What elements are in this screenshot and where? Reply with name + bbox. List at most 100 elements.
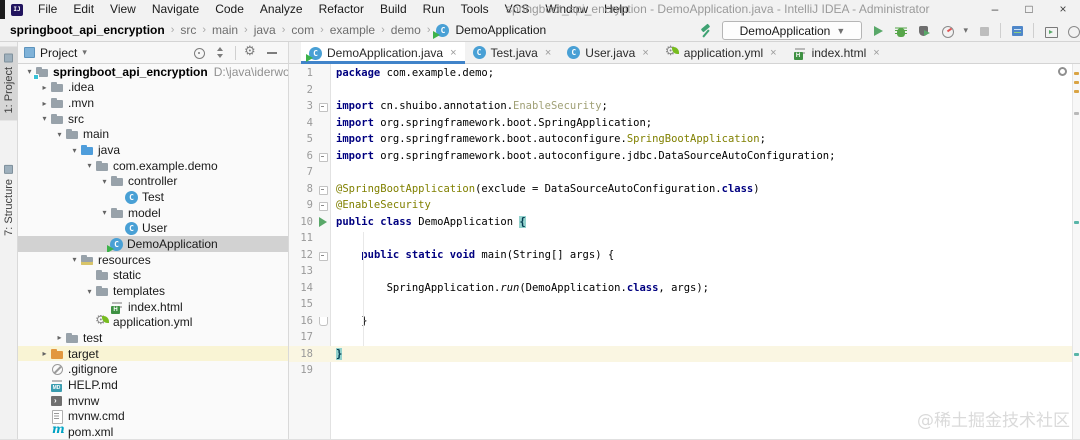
brace-stripe-mark[interactable] <box>1074 353 1079 356</box>
build-hammer-icon[interactable] <box>699 24 713 38</box>
stop-icon[interactable] <box>977 24 991 38</box>
menu-view[interactable]: View <box>102 0 144 19</box>
tree-item-com-example-demo[interactable]: ▾com.example.demo <box>18 158 288 174</box>
fold-marker-icon[interactable] <box>316 98 329 115</box>
tree-item-mvnw[interactable]: mvnw <box>18 393 288 409</box>
breadcrumb-item[interactable]: DemoApplication <box>455 23 546 37</box>
tree-item-target[interactable]: ▸target <box>18 346 288 362</box>
tree-open-arrow-icon[interactable]: ▾ <box>69 255 80 264</box>
fold-marker-icon[interactable] <box>316 313 329 330</box>
editor-tab-user-java[interactable]: User.java× <box>559 42 656 63</box>
breadcrumb-item[interactable]: src <box>180 23 196 37</box>
profiler-icon[interactable] <box>940 24 954 38</box>
run-gutter-icon[interactable] <box>316 214 329 231</box>
tree-item-main[interactable]: ▾main <box>18 127 288 143</box>
fold-marker-icon[interactable] <box>316 197 329 214</box>
code-line-5[interactable]: 5import org.springframework.boot.autocon… <box>289 131 1080 148</box>
tab-close-icon[interactable]: × <box>873 47 879 59</box>
warning-stripe-mark[interactable] <box>1074 72 1079 75</box>
tab-close-icon[interactable]: × <box>545 47 551 59</box>
tree-open-arrow-icon[interactable]: ▾ <box>69 146 80 155</box>
menu-navigate[interactable]: Navigate <box>144 0 207 19</box>
warning-stripe-mark[interactable] <box>1074 90 1079 93</box>
tree-item--mvn[interactable]: ▸.mvn <box>18 95 288 111</box>
tree-item-springboot-api-encryption[interactable]: ▾springboot_api_encryptionD:\java\iderwo… <box>18 64 288 80</box>
error-stripe[interactable] <box>1072 64 1080 440</box>
tree-item-test[interactable]: ▸test <box>18 330 288 346</box>
run-configuration-select[interactable]: DemoApplication ▼ <box>722 21 862 40</box>
menu-analyze[interactable]: Analyze <box>252 0 311 19</box>
tree-item-application-yml[interactable]: application.yml <box>18 315 288 331</box>
tree-closed-arrow-icon[interactable]: ▸ <box>39 83 50 92</box>
breadcrumb-item[interactable]: java <box>254 23 276 37</box>
tree-open-arrow-icon[interactable]: ▾ <box>99 177 110 186</box>
chevron-down-icon[interactable]: ▾ <box>963 25 968 36</box>
code-editor[interactable]: 1package com.example.demo;23import cn.sh… <box>289 64 1080 440</box>
tree-item-user[interactable]: User <box>18 221 288 237</box>
code-line-2[interactable]: 2 <box>289 82 1080 99</box>
brace-stripe-mark[interactable] <box>1074 221 1079 224</box>
editor-tab-test-java[interactable]: Test.java× <box>465 42 560 63</box>
tree-item--gitignore[interactable]: .gitignore <box>18 361 288 377</box>
tree-closed-arrow-icon[interactable]: ▸ <box>39 99 50 108</box>
modules-icon[interactable] <box>1010 24 1024 38</box>
tree-item-mvnw-cmd[interactable]: mvnw.cmd <box>18 408 288 424</box>
stripe-tab-project[interactable]: 1: Project <box>0 46 18 120</box>
menu-refactor[interactable]: Refactor <box>311 0 372 19</box>
code-line-10[interactable]: 10public class DemoApplication { <box>289 214 1080 231</box>
code-line-16[interactable]: 16 } <box>289 313 1080 330</box>
debug-icon[interactable] <box>894 24 908 38</box>
tree-item-test[interactable]: Test <box>18 189 288 205</box>
menu-code[interactable]: Code <box>207 0 252 19</box>
project-tree[interactable]: ▾springboot_api_encryptionD:\java\iderwo… <box>18 64 289 440</box>
tree-item-index-html[interactable]: index.html <box>18 299 288 315</box>
fold-marker-icon[interactable] <box>316 181 329 198</box>
tree-item-model[interactable]: ▾model <box>18 205 288 221</box>
menu-run[interactable]: Run <box>415 0 453 19</box>
tree-item--idea[interactable]: ▸.idea <box>18 80 288 96</box>
tree-closed-arrow-icon[interactable]: ▸ <box>39 349 50 358</box>
tree-item-resources[interactable]: ▾resources <box>18 252 288 268</box>
code-line-8[interactable]: 8@SpringBootApplication(exclude = DataSo… <box>289 181 1080 198</box>
code-line-3[interactable]: 3import cn.shuibo.annotation.EnableSecur… <box>289 98 1080 115</box>
code-line-19[interactable]: 19 <box>289 362 1080 379</box>
fold-marker-icon[interactable] <box>316 247 329 264</box>
maximize-button[interactable]: □ <box>1012 0 1046 19</box>
tree-item-static[interactable]: static <box>18 268 288 284</box>
code-line-12[interactable]: 12 public static void main(String[] args… <box>289 247 1080 264</box>
code-line-9[interactable]: 9@EnableSecurity <box>289 197 1080 214</box>
code-line-18[interactable]: 18} <box>289 346 1080 363</box>
tree-open-arrow-icon[interactable]: ▾ <box>84 161 95 170</box>
code-line-4[interactable]: 4import org.springframework.boot.SpringA… <box>289 115 1080 132</box>
tree-item-controller[interactable]: ▾controller <box>18 174 288 190</box>
hide-icon[interactable] <box>265 45 280 60</box>
breadcrumb-item[interactable]: demo <box>391 23 421 37</box>
tree-item-java[interactable]: ▾java <box>18 142 288 158</box>
menu-tools[interactable]: Tools <box>453 0 497 19</box>
editor-tab-application-yml[interactable]: application.yml× <box>657 42 785 63</box>
chevron-down-icon[interactable]: ▾ <box>82 47 87 58</box>
menu-file[interactable]: File <box>30 0 65 19</box>
menu-edit[interactable]: Edit <box>65 0 102 19</box>
tree-open-arrow-icon[interactable]: ▾ <box>54 130 65 139</box>
run-icon[interactable] <box>871 24 885 38</box>
tree-open-arrow-icon[interactable]: ▾ <box>84 287 95 296</box>
stripe-mark[interactable] <box>1074 112 1079 115</box>
tree-open-arrow-icon[interactable]: ▾ <box>39 114 50 123</box>
fold-marker-icon[interactable] <box>316 148 329 165</box>
editor-tab-demoapplication-java[interactable]: DemoApplication.java× <box>301 42 465 64</box>
project-panel-title[interactable]: Project <box>40 46 77 60</box>
tool-run-icon[interactable] <box>1043 24 1057 38</box>
coverage-icon[interactable] <box>917 24 931 38</box>
menu-build[interactable]: Build <box>372 0 415 19</box>
gear-icon[interactable] <box>243 45 258 60</box>
code-line-6[interactable]: 6import org.springframework.boot.autocon… <box>289 148 1080 165</box>
warning-stripe-mark[interactable] <box>1074 81 1079 84</box>
code-line-7[interactable]: 7 <box>289 164 1080 181</box>
tree-closed-arrow-icon[interactable]: ▸ <box>54 333 65 342</box>
tab-close-icon[interactable]: × <box>642 47 648 59</box>
breadcrumb-item[interactable]: com <box>291 23 314 37</box>
collapse-icon[interactable] <box>213 45 228 60</box>
tree-item-src[interactable]: ▾src <box>18 111 288 127</box>
inspections-widget-icon[interactable] <box>1058 67 1067 76</box>
